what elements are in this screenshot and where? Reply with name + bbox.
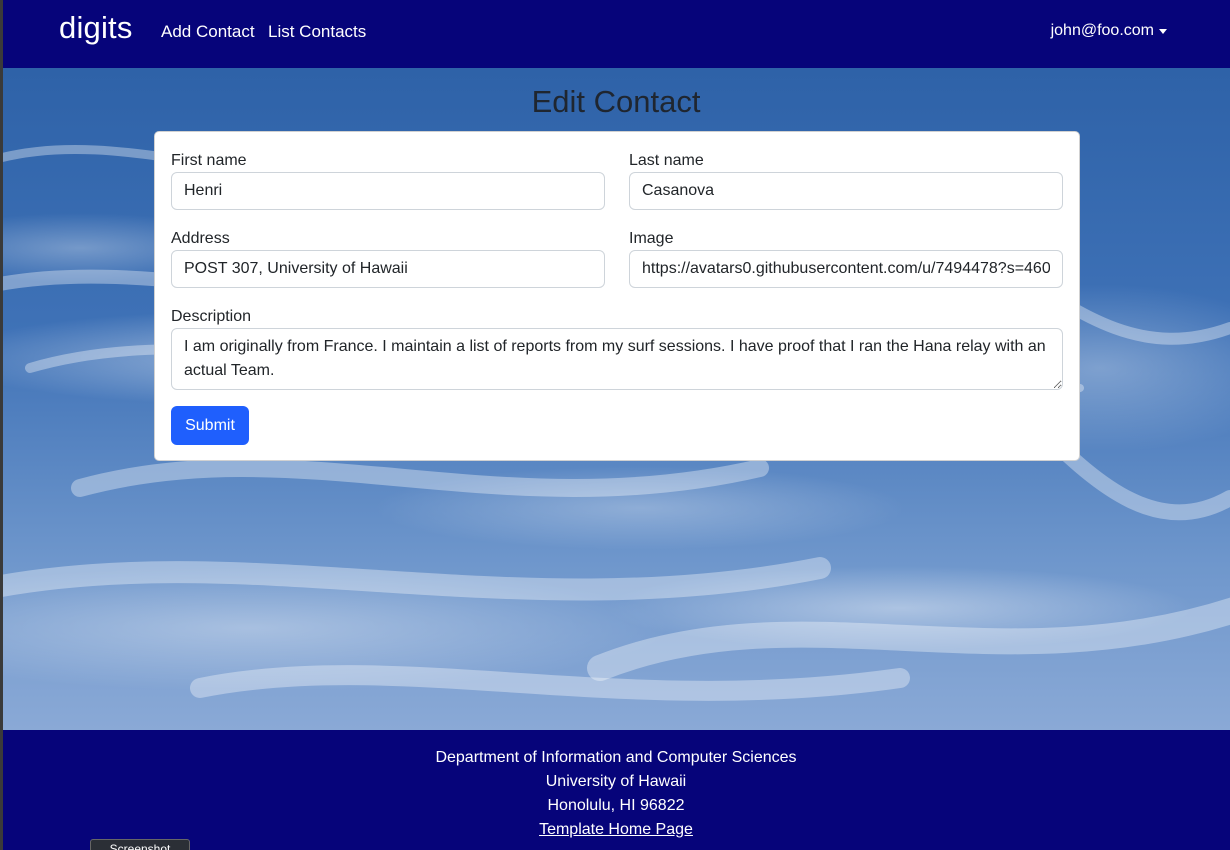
edit-contact-form-card: First name Last name Address Image Descr… <box>154 131 1080 461</box>
footer-link-row: Template Home Page <box>0 821 1230 839</box>
last-name-input[interactable] <box>629 172 1063 210</box>
nav-list-contacts-link[interactable]: List Contacts <box>268 22 366 42</box>
page-title: Edit Contact <box>531 84 701 119</box>
first-name-label: First name <box>171 152 247 169</box>
footer: Department of Information and Computer S… <box>0 730 1230 850</box>
user-dropdown-toggle[interactable]: john@foo.com <box>1051 22 1167 40</box>
image-url-input[interactable] <box>629 250 1063 288</box>
nav-add-contact-link[interactable]: Add Contact <box>161 22 255 42</box>
submit-button[interactable]: Submit <box>171 406 249 445</box>
first-name-input[interactable] <box>171 172 605 210</box>
description-label: Description <box>171 308 252 325</box>
brand-logo-link[interactable]: digits <box>59 10 133 46</box>
description-textarea[interactable]: I am originally from France. I maintain … <box>171 328 1063 390</box>
last-name-label: Last name <box>629 152 704 169</box>
window-left-edge <box>0 0 3 850</box>
address-input[interactable] <box>171 250 605 288</box>
screenshot-tab-button[interactable]: Screenshot <box>90 839 190 850</box>
footer-department: Department of Information and Computer S… <box>435 749 797 766</box>
caret-down-icon <box>1159 29 1167 34</box>
address-label: Address <box>171 230 230 247</box>
footer-university: University of Hawaii <box>545 773 687 790</box>
footer-address: Honolulu, HI 96822 <box>547 797 685 814</box>
top-navbar: digits Add Contact List Contacts john@fo… <box>0 0 1230 68</box>
user-email: john@foo.com <box>1050 22 1154 39</box>
image-label: Image <box>629 230 674 247</box>
template-home-page-link[interactable]: Template Home Page <box>539 821 693 838</box>
